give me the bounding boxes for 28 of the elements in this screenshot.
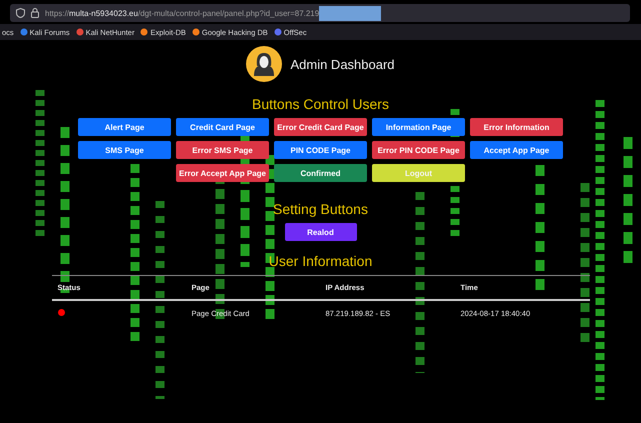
control-button[interactable]: Error Accept App Page [176, 164, 269, 182]
control-button[interactable]: PIN CODE Page [274, 141, 367, 159]
bookmark-icon [76, 28, 84, 36]
control-button[interactable]: Error Information [470, 118, 563, 136]
control-button[interactable]: Confirmed [274, 164, 367, 182]
control-button[interactable]: Error SMS Page [176, 141, 269, 159]
url-text: https://multa-n5934023.eu/dgt-multa/control-panel/panel.php?id_user=87.219 [45, 8, 320, 18]
control-button[interactable]: Error PIN CODE Page [372, 141, 465, 159]
bookmark-icon [274, 28, 282, 36]
hooded-figure-icon [246, 46, 282, 82]
bookmark-icon [192, 28, 200, 36]
address-bar[interactable]: https://multa-n5934023.eu/dgt-multa/control-panel/panel.php?id_user=87.219 [10, 4, 630, 22]
control-button[interactable]: Error Credit Card Page [274, 118, 367, 136]
control-button[interactable]: Alert Page [78, 118, 171, 136]
reload-button[interactable]: Realod [284, 223, 356, 241]
control-button[interactable]: Credit Card Page [176, 118, 269, 136]
section-title: User Information [268, 253, 372, 269]
redaction-bar [319, 6, 382, 20]
section-title: Setting Buttons [273, 201, 368, 217]
dashboard-title: Admin Dashboard [290, 56, 395, 72]
shield-icon [16, 8, 25, 18]
control-button[interactable]: Accept App Page [470, 141, 563, 159]
control-button[interactable]: Information Page [372, 118, 465, 136]
control-button[interactable]: SMS Page [78, 141, 171, 159]
bookmark-icon [140, 28, 148, 36]
bookmark-icon [20, 28, 28, 36]
lock-icon [31, 8, 39, 18]
section-title: Buttons Control Users [252, 96, 389, 112]
